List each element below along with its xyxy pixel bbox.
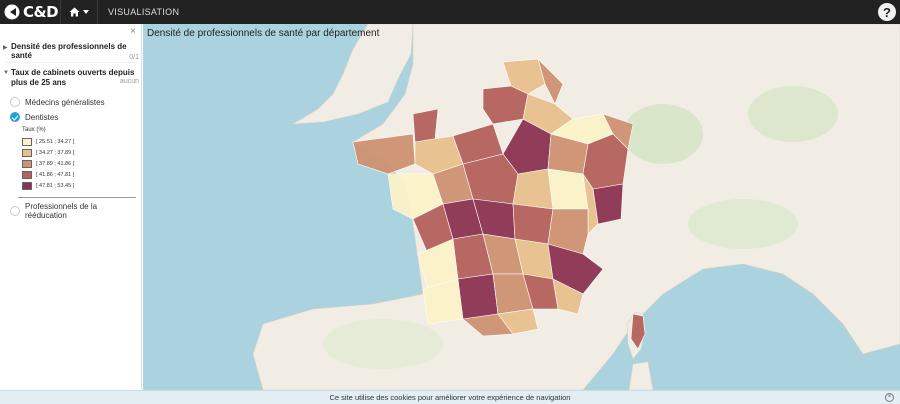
forest-area: [748, 86, 838, 142]
department[interactable]: [412, 108, 439, 143]
option-medecins[interactable]: Médecins généralistes: [10, 97, 105, 107]
top-navbar: C&D VISUALISATION ?: [0, 0, 900, 24]
option-reeducation[interactable]: Professionnels de la rééducation: [10, 202, 141, 220]
basemap: [252, 24, 900, 390]
department[interactable]: [457, 273, 499, 320]
legend-item: [ 25.51 ; 34.27 [: [22, 136, 74, 147]
legend-label: [ 37.89 ; 41.86 [: [36, 160, 75, 167]
chevron-down-icon: [83, 10, 89, 14]
legend-label: [ 41.86 ; 47.81 [: [36, 171, 75, 178]
layer-selection-status: aucun: [119, 78, 139, 85]
legend-swatch: [22, 159, 32, 168]
cookie-banner: Ce site utilise des cookies pour amélior…: [0, 390, 900, 404]
layer-title-taux-line1: Taux de cabinets ouverts depuis: [11, 68, 135, 77]
legend-swatch: [22, 181, 32, 190]
map-canvas[interactable]: Densité de professionnels de santé par d…: [143, 24, 900, 390]
forest-area: [688, 199, 798, 249]
legend-title: Taux (%): [22, 127, 46, 133]
caret-down-icon: ▼: [3, 70, 9, 76]
help-icon: ?: [883, 4, 891, 20]
legend-item: [ 47.81 ; 53.45 ]: [22, 180, 74, 191]
legend-label: [ 47.81 ; 53.45 ]: [36, 182, 75, 189]
legend-label: [ 34.27 ; 37.89 [: [36, 149, 75, 156]
option-label: Dentistes: [25, 112, 59, 122]
app-logo[interactable]: C&D: [0, 0, 59, 24]
forest-area: [623, 104, 703, 164]
map-title: Densité de professionnels de santé par d…: [147, 28, 380, 39]
checked-radio-icon[interactable]: [10, 112, 20, 122]
radio-button[interactable]: [10, 206, 20, 216]
option-dentistes[interactable]: Dentistes: [10, 112, 58, 122]
radio-button[interactable]: [10, 97, 20, 107]
department[interactable]: [512, 168, 554, 210]
legend-swatch: [22, 137, 32, 146]
department[interactable]: [592, 183, 624, 225]
legend-item: [ 34.27 ; 37.89 [: [22, 147, 74, 158]
forest-area: [323, 319, 443, 369]
layer-count: 0/1: [129, 54, 139, 61]
sardinia-island: [628, 361, 654, 390]
logo-text: C&D: [23, 3, 59, 21]
option-label: Professionnels de la rééducation: [25, 202, 98, 220]
map-legend: Taux (%) [ 25.51 ; 34.27 [ [ 34.27 ; 37.…: [22, 127, 74, 191]
divider: [5, 62, 137, 63]
legend-label: [ 25.51 ; 34.27 [: [36, 138, 75, 145]
department[interactable]: [512, 203, 554, 245]
legend-item: [ 41.86 ; 47.81 [: [22, 169, 74, 180]
layer-title-taux-line2: plus de 25 ans: [11, 78, 67, 87]
layers-sidebar: × ▶ Densité des professionnels de santé …: [0, 24, 142, 390]
legend-divider: [18, 197, 136, 198]
legend-item: [ 37.89 ; 41.86 [: [22, 158, 74, 169]
caret-right-icon: ▶: [3, 45, 8, 51]
legend-swatch: [22, 148, 32, 157]
home-menu-button[interactable]: [60, 0, 98, 24]
legend-swatch: [22, 170, 32, 179]
logo-arrow-icon: [4, 4, 22, 20]
home-icon: [69, 7, 80, 17]
close-cookie-button[interactable]: ×: [885, 393, 894, 402]
department[interactable]: [482, 85, 529, 125]
nav-visualisation[interactable]: VISUALISATION: [98, 7, 179, 17]
cookie-message: Ce site utilise des cookies pour amélior…: [329, 393, 571, 402]
help-button[interactable]: ?: [878, 3, 896, 21]
close-sidebar-button[interactable]: ×: [130, 26, 136, 37]
layer-title-densite: Densité des professionnels de santé: [11, 42, 127, 60]
department[interactable]: [547, 168, 589, 210]
option-label: Médecins généralistes: [25, 97, 105, 107]
